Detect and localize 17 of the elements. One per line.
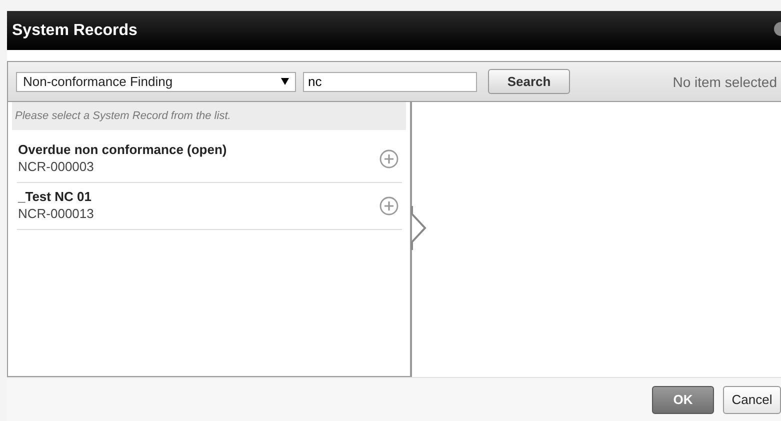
list-hint: Please select a System Record from the list. — [12, 102, 406, 130]
record-title[interactable]: _Test NC 01 — [18, 189, 94, 205]
add-icon[interactable] — [379, 196, 399, 216]
window-title: System Records — [12, 22, 138, 40]
search-field[interactable]: nc — [303, 72, 477, 92]
record-number: NCR-000003 — [18, 158, 95, 175]
pointer-notch-icon — [411, 206, 427, 250]
cancel-button[interactable]: Cancel — [723, 386, 781, 414]
ok-button[interactable]: OK — [652, 386, 714, 414]
search-button[interactable]: Search — [488, 69, 570, 94]
record-number: NCR-000013 — [18, 205, 94, 222]
close-icon[interactable] — [773, 22, 781, 36]
selection-status: No item selected — [672, 74, 777, 90]
record-type-dropdown[interactable]: Non-conformance Finding — [16, 72, 296, 92]
add-icon[interactable] — [379, 148, 399, 168]
dropdown-arrow-icon[interactable] — [281, 78, 289, 85]
record-title[interactable]: Overdue non conformance (open) — [18, 142, 227, 158]
